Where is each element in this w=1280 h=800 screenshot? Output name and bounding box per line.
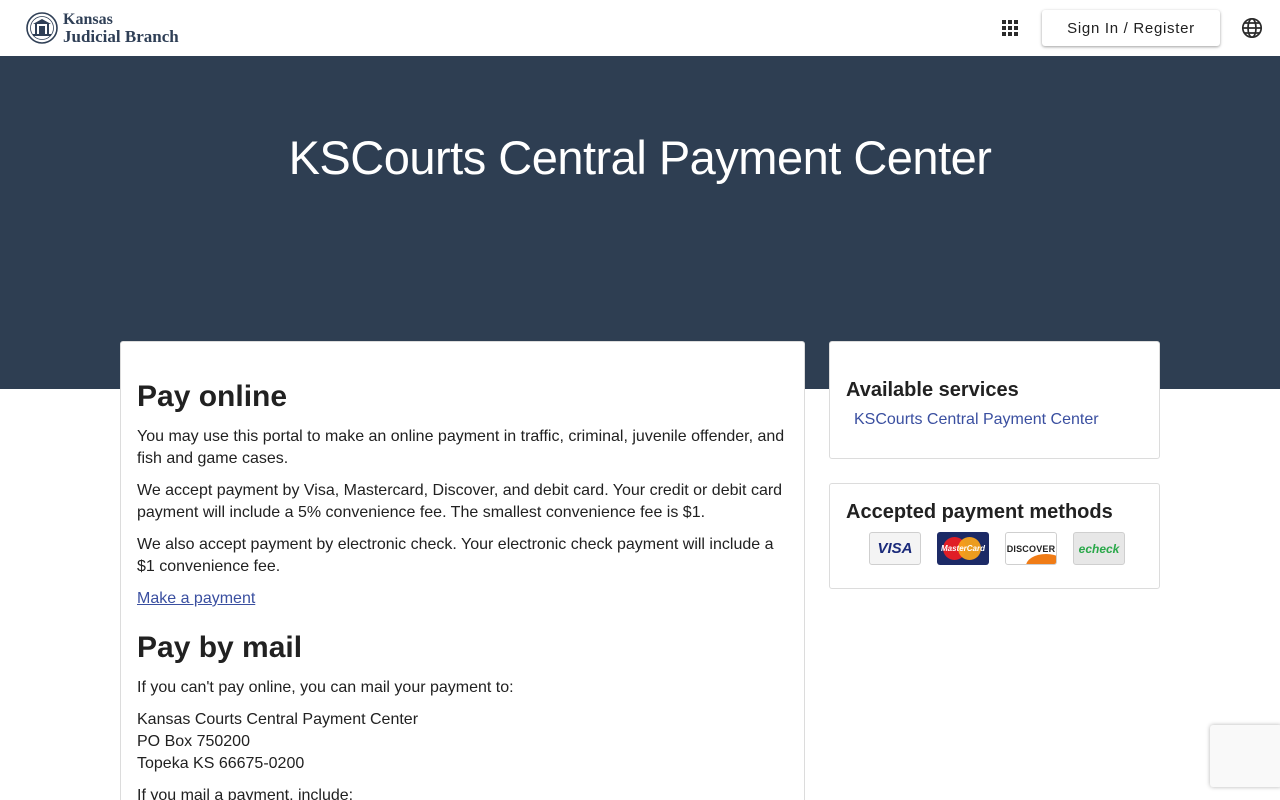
mail-include-text: If you mail a payment, include: — [137, 787, 354, 800]
discover-logo-icon: DISCOVER — [1005, 532, 1057, 565]
visa-label: VISA — [877, 540, 913, 557]
card-fee-description: We accept payment by Visa, Mastercard, D… — [137, 482, 783, 521]
grid-apps-icon[interactable] — [998, 16, 1022, 40]
brand-name: Kansas Judicial Branch — [63, 11, 179, 45]
make-a-payment-link[interactable]: Make a payment — [137, 590, 255, 607]
available-services-heading: Available services — [846, 379, 1019, 401]
accepted-payment-methods-card: Accepted payment methods VISA MasterCard… — [829, 483, 1160, 589]
address-line1: Kansas Courts Central Payment Center — [137, 711, 419, 728]
available-services-card: Available services KSCourts Central Paym… — [829, 341, 1160, 459]
mail-instructions: If you can't pay online, you can mail yo… — [137, 679, 514, 696]
state-seal-icon — [26, 12, 58, 44]
payment-method-logos: VISA MasterCard DISCOVER echeck — [869, 532, 1143, 565]
recaptcha-badge[interactable] — [1210, 725, 1280, 787]
page-title: KSCourts Central Payment Center — [288, 131, 992, 184]
address-line3: Topeka KS 66675-0200 — [137, 755, 305, 772]
sign-in-register-button[interactable]: Sign In / Register — [1042, 10, 1220, 46]
mastercard-logo-icon: MasterCard — [937, 532, 989, 565]
address-line2: PO Box 750200 — [137, 733, 250, 750]
mastercard-label: MasterCard — [940, 544, 985, 553]
kansas-judicial-branch-logo[interactable]: Kansas Judicial Branch — [26, 11, 179, 45]
echeck-fee-description: We also accept payment by electronic che… — [137, 536, 774, 575]
pay-online-description: You may use this portal to make an onlin… — [137, 428, 785, 467]
brand-line2: Judicial Branch — [63, 27, 179, 46]
hero-banner — [0, 56, 1280, 389]
pay-by-mail-heading: Pay by mail — [137, 631, 303, 664]
payment-info-card: Pay online You may use this portal to ma… — [120, 341, 805, 800]
visa-logo-icon: VISA — [869, 532, 921, 565]
mailing-address: Kansas Courts Central Payment Center PO … — [137, 709, 788, 775]
pay-online-heading: Pay online — [137, 380, 288, 413]
top-navigation-bar: Kansas Judicial Branch Sign In / Registe… — [0, 0, 1280, 56]
brand-line1: Kansas — [63, 11, 113, 28]
globe-icon[interactable] — [1240, 16, 1264, 40]
central-payment-center-link[interactable]: KSCourts Central Payment Center — [854, 409, 1143, 431]
echeck-label: echeck — [1078, 541, 1120, 556]
echeck-logo-icon: echeck — [1073, 532, 1125, 565]
payment-methods-heading: Accepted payment methods — [846, 501, 1113, 523]
discover-label: DISCOVER — [1006, 543, 1056, 554]
